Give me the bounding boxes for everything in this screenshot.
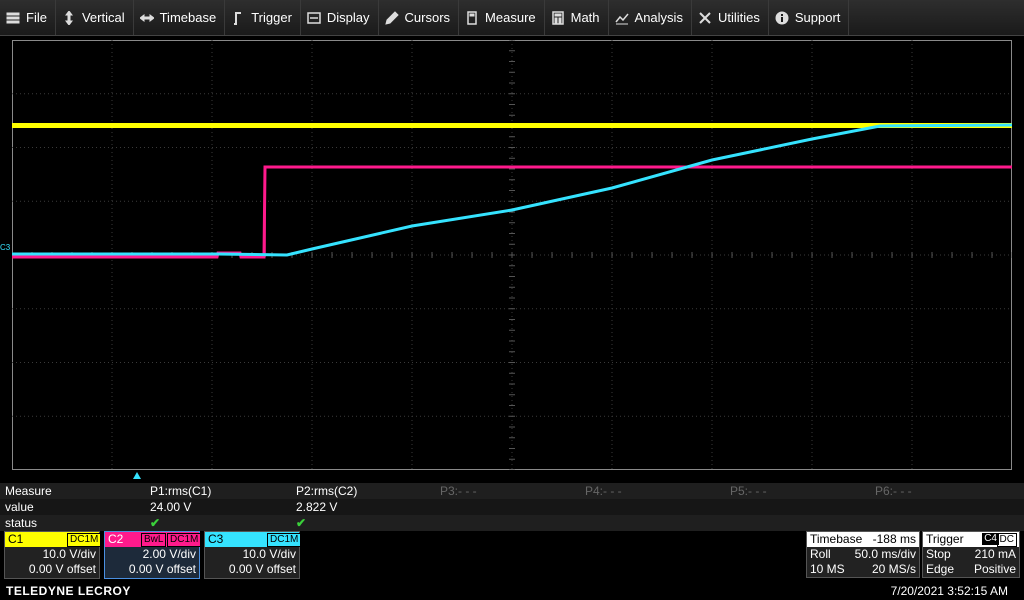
menu-analysis-label: Analysis [634, 10, 683, 25]
measure-param-p3[interactable]: P3:- - - [440, 483, 477, 499]
timebase-tdiv: 50.0 ms/div [854, 547, 916, 561]
trigger-slope: Positive [973, 562, 1016, 576]
channel-offset: 0.00 V offset [228, 562, 296, 576]
measure-param-p1[interactable]: P1:rms(C1) [150, 483, 211, 499]
value-row-label: value [5, 500, 34, 514]
menu-bar: File Vertical Timebase Trigger Display C… [0, 0, 1024, 36]
channel-name: C2 [108, 532, 124, 546]
channel-name: C3 [208, 532, 224, 546]
measure-param-p4[interactable]: P4:- - - [585, 483, 622, 499]
measure-value-row: value 24.00 V 2.822 V [0, 499, 1024, 515]
trigger-level: 210 mA [974, 547, 1016, 561]
channel-offset: 0.00 V offset [128, 562, 196, 576]
status-row-label: status [5, 516, 38, 530]
menu-support-label: Support [794, 10, 841, 25]
timebase-descriptor[interactable]: Timebase -188 ms Roll 50.0 ms/div 10 MS … [806, 531, 920, 578]
menu-cursors-label: Cursors [404, 10, 451, 25]
menu-cursors[interactable]: Cursors [379, 0, 460, 35]
timebase-rate: 20 MS/s [871, 562, 916, 576]
measure-value-p2: 2.822 V [296, 500, 338, 514]
measure-param-p6[interactable]: P6:- - - [875, 483, 912, 499]
c3-ground-marker: C3 [0, 243, 11, 252]
trigger-title: Trigger [926, 532, 964, 546]
waveform-svg [12, 40, 1012, 470]
waveform-grid[interactable] [12, 40, 1012, 470]
analysis-icon [614, 13, 629, 24]
status-check-icon: ✔ [150, 516, 161, 530]
menu-math[interactable]: Math [545, 0, 609, 35]
brand-logo: TELEDYNE LECROY [6, 584, 131, 598]
coupling-tag: DC1M [167, 533, 202, 547]
menu-analysis[interactable]: Analysis [609, 0, 692, 35]
cursor-icon [384, 10, 399, 25]
trigger-descriptor[interactable]: Trigger C4 DC Stop 210 mA Edge Positive [922, 531, 1020, 578]
measure-param-p5[interactable]: P5:- - - [730, 483, 767, 499]
menu-trigger-label: Trigger [251, 10, 292, 25]
channel-offset: 0.00 V offset [28, 562, 96, 576]
menu-utilities[interactable]: Utilities [692, 0, 769, 35]
measure-header-row: Measure P1:rms(C1) P2:rms(C2) P3:- - - P… [0, 483, 1024, 499]
trigger-coupling-tag: DC [996, 533, 1017, 547]
menu-icon [6, 12, 20, 23]
measure-param-p2[interactable]: P2:rms(C2) [296, 483, 357, 499]
measure-icon [467, 10, 477, 25]
menu-display-label: Display [326, 10, 370, 25]
menu-utilities-label: Utilities [717, 10, 760, 25]
channel-c2-descriptor[interactable]: C2 BwL DC1M 2.00 V/div 0.00 V offset [104, 531, 202, 579]
menu-timebase-label: Timebase [159, 10, 217, 25]
timebase-delay: -188 ms [872, 532, 916, 546]
vertical-arrows-icon [64, 10, 73, 25]
trigger-type: Edge [926, 562, 955, 576]
channel-name: C1 [8, 532, 24, 546]
trigger-position-marker[interactable] [133, 472, 141, 479]
menu-math-label: Math [570, 10, 600, 25]
channel-c3-descriptor[interactable]: C3 DC1M 10.0 V/div 0.00 V offset [204, 531, 302, 579]
tools-icon [699, 11, 711, 24]
channel-c1-descriptor[interactable]: C1 DC1M 10.0 V/div 0.00 V offset [4, 531, 102, 579]
bandwidth-tag: BwL [141, 533, 167, 547]
measure-row-label: Measure [5, 484, 52, 498]
menu-file[interactable]: File [0, 0, 56, 35]
trigger-icon [234, 11, 242, 25]
measure-value-p1: 24.00 V [150, 500, 192, 514]
trigger-state: Stop [926, 547, 951, 561]
menu-vertical-label: Vertical [81, 10, 125, 25]
menu-measure[interactable]: Measure [459, 0, 545, 35]
coupling-tag: DC1M [267, 533, 302, 547]
datetime-display: 7/20/2021 3:52:15 AM [890, 584, 1008, 598]
calculator-icon [551, 10, 564, 25]
coupling-tag: DC1M [67, 533, 102, 547]
measure-table: Measure P1:rms(C1) P2:rms(C2) P3:- - - P… [0, 483, 1024, 531]
channel-vdiv: 2.00 V/div [142, 547, 196, 561]
channel-vdiv: 10.0 V/div [42, 547, 96, 561]
measure-status-row: status ✔ ✔ [0, 515, 1024, 531]
menu-measure-label: Measure [485, 10, 536, 25]
channel-vdiv: 10.0 V/div [242, 547, 296, 561]
menu-support[interactable]: Support [769, 0, 850, 35]
timebase-points: 10 MS [810, 562, 845, 576]
menu-timebase[interactable]: Timebase [134, 0, 226, 35]
timebase-title: Timebase [810, 532, 863, 546]
footer-bar: TELEDYNE LECROY 7/20/2021 3:52:15 AM [0, 582, 1024, 600]
menu-file-label: File [26, 10, 47, 25]
info-icon [775, 11, 789, 24]
horizontal-arrows-icon [139, 13, 154, 22]
status-check-icon: ✔ [296, 516, 307, 530]
display-icon [307, 11, 321, 24]
menu-trigger[interactable]: Trigger [225, 0, 301, 35]
menu-display[interactable]: Display [301, 0, 379, 35]
timebase-mode: Roll [810, 547, 831, 561]
menu-vertical[interactable]: Vertical [56, 0, 134, 35]
trace-c1 [12, 123, 1012, 128]
